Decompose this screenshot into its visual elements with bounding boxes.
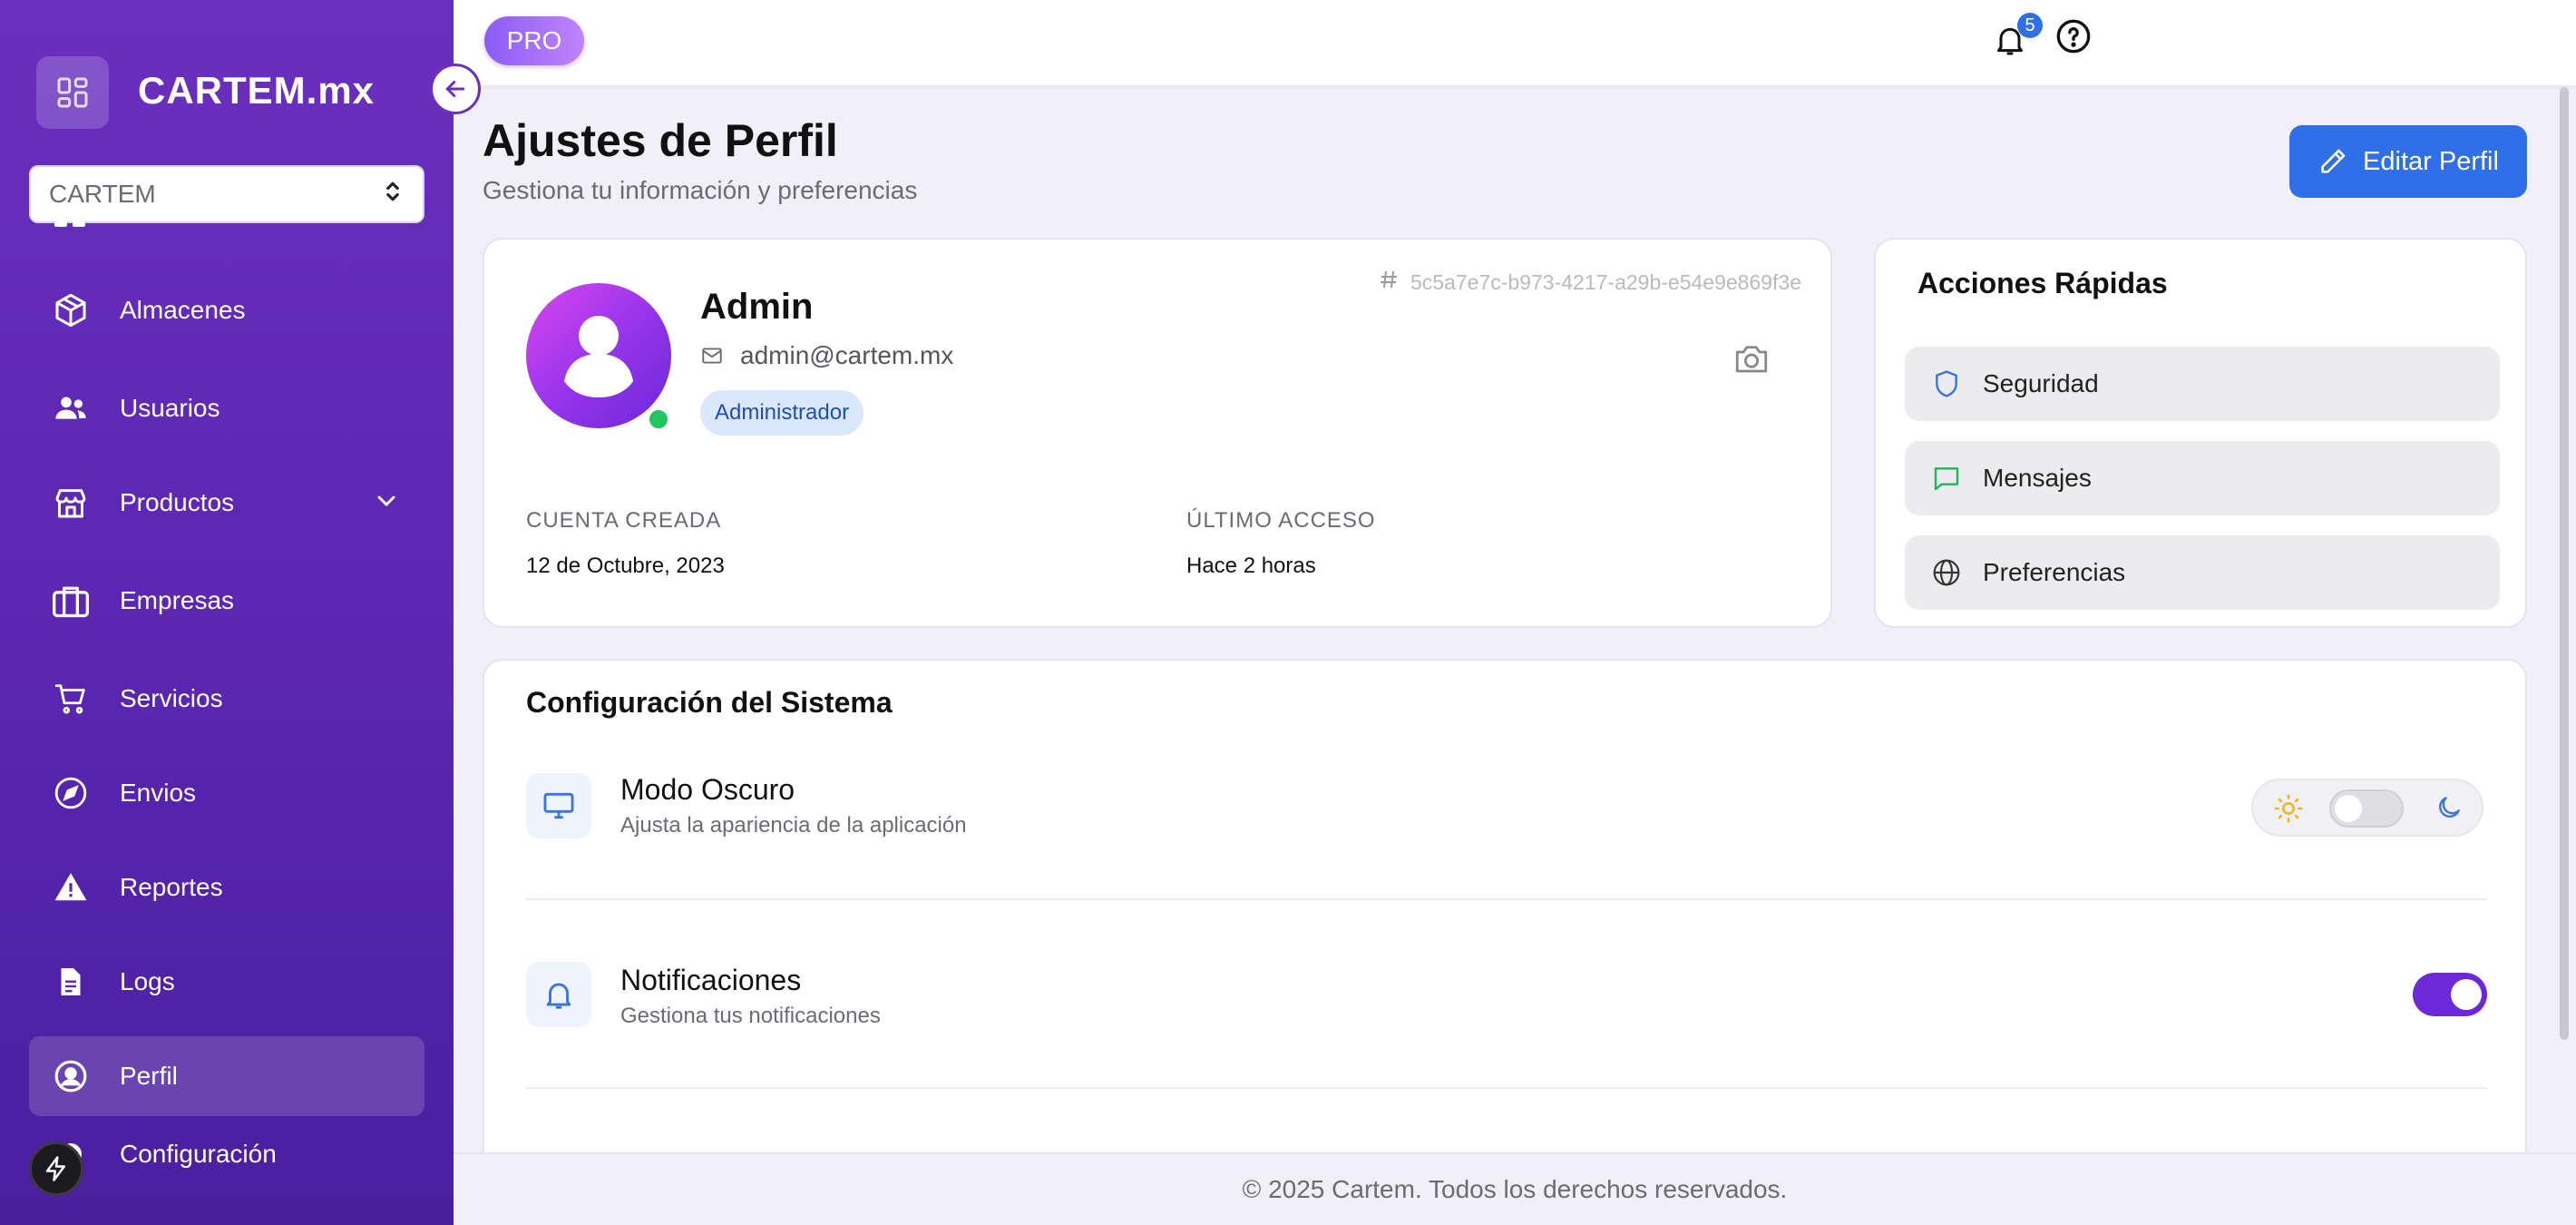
document-icon — [51, 962, 91, 1002]
user-email: admin@cartem.mx — [700, 341, 953, 370]
user-circle-icon — [51, 1056, 91, 1096]
sidebar-item-perfil[interactable]: Perfil — [29, 1036, 424, 1116]
profile-card: Admin admin@cartem.mx Administrador 5c5a… — [483, 238, 1832, 628]
page-title: Ajustes de Perfil — [483, 115, 838, 166]
quick-action-seguridad[interactable]: Seguridad — [1905, 347, 2500, 421]
hidden-item-icon — [54, 214, 87, 227]
help-circle-icon — [2056, 19, 2091, 54]
system-settings-card: Configuración del Sistema Modo Oscuro Aj… — [483, 659, 2527, 1225]
company-select-value: CARTEM — [49, 180, 156, 208]
user-email-text: admin@cartem.mx — [740, 341, 954, 369]
sidebar: CARTEM.mx CARTEM Almacenes Usuarios Prod… — [0, 0, 454, 1225]
user-silhouette-icon — [564, 316, 633, 397]
sidebar-item-label: Empresas — [120, 586, 235, 614]
user-id: 5c5a7e7c-b973-4217-a29b-e54e9e869f3e — [1378, 269, 1801, 296]
box-icon — [51, 290, 91, 330]
sidebar-item-label: Logs — [120, 967, 175, 995]
quick-action-lightning-button[interactable] — [29, 1142, 83, 1196]
hash-icon — [1378, 269, 1400, 296]
grid-logo-icon — [36, 56, 109, 129]
quick-actions-title: Acciones Rápidas — [1917, 267, 2168, 299]
plan-badge: PRO — [484, 16, 584, 65]
account-created-label: CUENTA CREADA — [526, 508, 722, 533]
sidebar-item-label: Configuración — [120, 1140, 277, 1168]
sidebar-item-servicios[interactable]: Servicios — [29, 659, 424, 739]
quick-action-mensajes[interactable]: Mensajes — [1905, 441, 2500, 515]
sidebar-item-label: Perfil — [120, 1062, 178, 1090]
quick-action-label: Preferencias — [1983, 558, 2126, 586]
sidebar-item-label: Reportes — [120, 873, 223, 901]
brand-logo-text: CARTEM.mx — [138, 69, 376, 112]
chevron-down-icon[interactable] — [372, 486, 401, 522]
role-badge: Administrador — [700, 390, 864, 436]
page-scrollbar[interactable] — [2560, 87, 2569, 1040]
sidebar-item-reportes[interactable]: Reportes — [29, 848, 424, 927]
sidebar-item-productos[interactable]: Productos — [29, 463, 424, 543]
quick-actions-card: Acciones Rápidas Seguridad Mensajes Pref… — [1874, 238, 2527, 628]
online-status-indicator — [646, 407, 671, 432]
toggle-knob — [2335, 795, 2362, 822]
user-name: Admin — [700, 287, 814, 327]
avatar[interactable] — [526, 283, 671, 428]
globe-icon — [1930, 556, 1963, 589]
edit-profile-label: Editar Perfil — [2363, 146, 2499, 176]
edit-profile-button[interactable]: Editar Perfil — [2289, 125, 2527, 198]
sun-icon — [2273, 793, 2304, 828]
quick-action-preferencias[interactable]: Preferencias — [1905, 535, 2500, 610]
toggle-knob — [2451, 979, 2482, 1010]
monitor-icon — [526, 773, 591, 838]
dark-mode-toggle[interactable] — [2329, 789, 2404, 828]
help-button[interactable] — [2055, 18, 2095, 58]
top-bar: PRO — [454, 0, 2576, 85]
message-icon — [1930, 462, 1963, 495]
divider — [526, 1087, 2487, 1089]
sidebar-item-label: Productos — [120, 488, 235, 516]
sidebar-item-label: Servicios — [120, 684, 223, 712]
last-access-label: ÚLTIMO ACCESO — [1186, 508, 1376, 533]
notifications-toggle[interactable] — [2413, 973, 2487, 1016]
divider — [526, 898, 2487, 900]
store-icon — [51, 483, 91, 523]
user-id-text: 5c5a7e7c-b973-4217-a29b-e54e9e869f3e — [1410, 270, 1801, 294]
sidebar-item-envios[interactable]: Envios — [29, 753, 424, 833]
company-select[interactable]: CARTEM — [29, 165, 424, 223]
notifications-label: Notificaciones — [620, 964, 802, 996]
camera-icon — [1735, 346, 1768, 373]
collapse-sidebar-button[interactable] — [430, 64, 481, 114]
last-access-value: Hace 2 horas — [1186, 554, 1316, 578]
compass-icon — [51, 773, 91, 813]
bell-settings-icon — [526, 962, 591, 1027]
notifications-description: Gestiona tus notificaciones — [620, 1004, 881, 1028]
account-created-value: 12 de Octubre, 2023 — [526, 554, 725, 578]
sidebar-item-logs[interactable]: Logs — [29, 942, 424, 1022]
chevron-up-down-icon — [383, 179, 403, 211]
footer-copyright: © 2025 Cartem. Todos los derechos reserv… — [1242, 1175, 1788, 1203]
sidebar-item-label: Almacenes — [120, 296, 246, 324]
quick-action-label: Seguridad — [1983, 369, 2099, 397]
users-icon — [51, 388, 91, 428]
sidebar-item-configuracion[interactable]: Configuración — [29, 1114, 424, 1194]
system-settings-title: Configuración del Sistema — [526, 686, 893, 719]
sidebar-item-usuarios[interactable]: Usuarios — [29, 368, 424, 448]
shield-icon — [1930, 368, 1963, 400]
dark-mode-switch[interactable] — [2251, 779, 2483, 837]
quick-action-label: Mensajes — [1983, 464, 2092, 492]
footer: © 2025 Cartem. Todos los derechos reserv… — [454, 1152, 2576, 1225]
sidebar-item-label: Usuarios — [120, 394, 220, 422]
arrow-left-icon — [445, 81, 465, 97]
dark-mode-label: Modo Oscuro — [620, 773, 795, 806]
notification-count-badge: 5 — [2017, 13, 2043, 38]
dark-mode-description: Ajusta la apariencia de la aplicación — [620, 813, 967, 838]
mail-icon — [702, 348, 722, 364]
change-photo-button[interactable] — [1732, 339, 1772, 379]
page-subtitle: Gestiona tu información y preferencias — [483, 176, 918, 204]
sidebar-item-empresas[interactable]: Empresas — [29, 561, 424, 641]
briefcase-icon — [51, 581, 91, 621]
sidebar-item-label: Envios — [120, 779, 197, 807]
pencil-icon — [2321, 149, 2346, 173]
sidebar-item-almacenes[interactable]: Almacenes — [29, 270, 424, 350]
moon-icon — [2435, 793, 2464, 827]
warning-icon — [51, 867, 91, 907]
cart-icon — [51, 679, 91, 719]
